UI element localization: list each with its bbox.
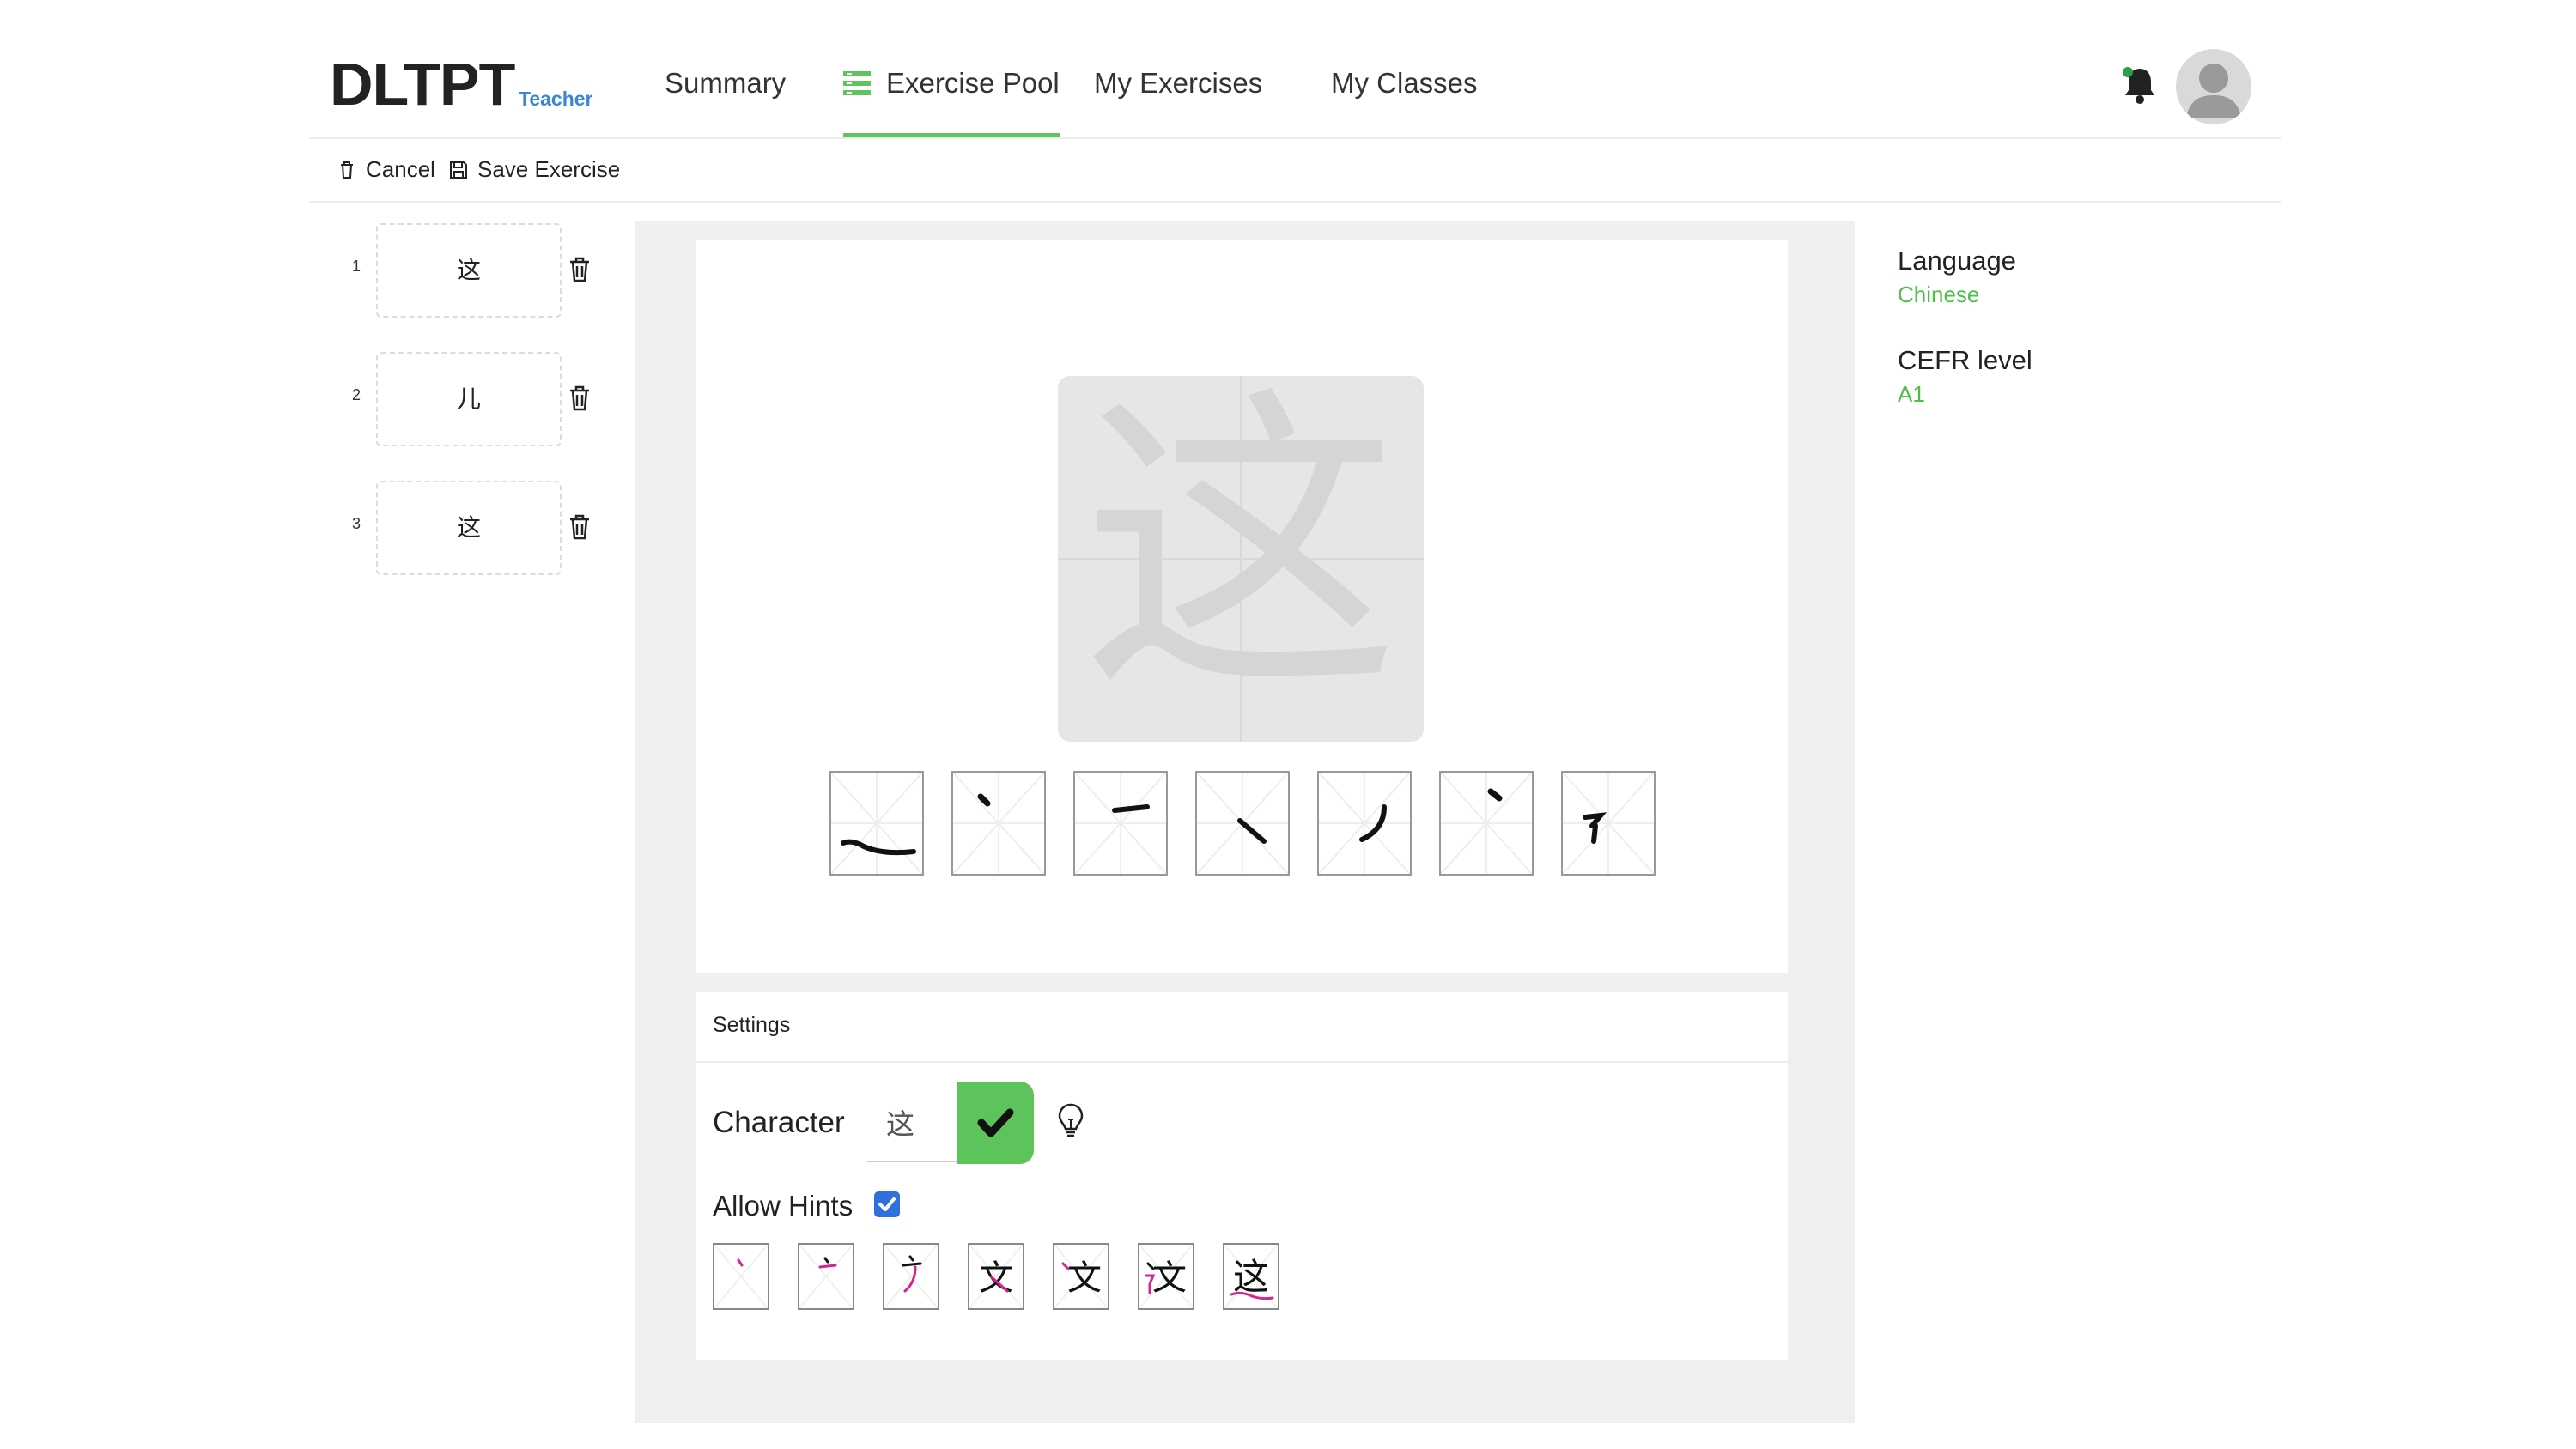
nav-exercise-pool[interactable]: Exercise Pool: [843, 67, 1060, 137]
user-avatar-icon[interactable]: [2176, 49, 2251, 124]
trash-icon: [341, 161, 353, 179]
svg-text:这: 这: [1233, 1256, 1269, 1298]
top-navbar: DLTPT Teacher Summary Exercise Pool My E…: [309, 34, 2281, 139]
cefr-level-label: CEFR level: [1898, 345, 2032, 375]
list-item-number: 1: [351, 258, 361, 275]
svg-text:文: 文: [1067, 1258, 1102, 1298]
character-input[interactable]: [867, 1083, 960, 1162]
stroke-card[interactable]: [1561, 771, 1656, 876]
allow-hints-checkbox[interactable]: [874, 1191, 900, 1217]
trash-icon[interactable]: [567, 385, 592, 412]
list-item: 3 这: [343, 481, 627, 575]
list-item: 2 儿: [343, 352, 627, 446]
list-item-card[interactable]: 儿: [376, 352, 562, 446]
hint-step-card[interactable]: 文: [968, 1243, 1024, 1310]
save-icon: [450, 161, 467, 179]
nav-my-classes[interactable]: My Classes: [1331, 67, 1478, 137]
language-value: Chinese: [1898, 282, 1980, 307]
stroke-card[interactable]: [1195, 771, 1290, 876]
character-label: Character: [713, 1106, 845, 1139]
language-label: Language: [1898, 246, 2016, 276]
checkmark-icon: [977, 1108, 1014, 1137]
role-badge: Teacher: [519, 88, 593, 110]
hint-step-card[interactable]: [798, 1243, 854, 1310]
app-logo[interactable]: DLTPT: [330, 50, 515, 118]
character-outline: 这: [1082, 376, 1400, 732]
trash-icon[interactable]: [567, 513, 592, 541]
cefr-level-value: A1: [1898, 381, 1925, 407]
hint-step-card[interactable]: 文: [1138, 1243, 1194, 1310]
list-item-card[interactable]: 这: [376, 481, 562, 575]
list-item-number: 2: [351, 386, 361, 403]
hint-step-card[interactable]: [883, 1243, 939, 1310]
stroke-card[interactable]: [1439, 771, 1534, 876]
nav-my-exercises[interactable]: My Exercises: [1094, 67, 1262, 137]
allow-hints-label: Allow Hints: [713, 1190, 854, 1222]
settings-title: Settings: [713, 1013, 791, 1037]
svg-text:文: 文: [1152, 1258, 1187, 1298]
nav-summary-label: Summary: [665, 67, 787, 99]
nav-exercise-pool-label: Exercise Pool: [886, 67, 1060, 99]
nav-my-classes-label: My Classes: [1331, 67, 1478, 99]
stroke-card[interactable]: [951, 771, 1046, 876]
character-writing-box[interactable]: 这: [1058, 376, 1424, 742]
list-item-card[interactable]: 这: [376, 223, 562, 318]
divider: [696, 1061, 1788, 1063]
nav-my-exercises-label: My Exercises: [1094, 67, 1263, 99]
list-item-number: 3: [351, 515, 361, 532]
settings-panel: Settings Character Allow Hints 文 文 文 这: [696, 992, 1788, 1360]
notification-dot: [2123, 67, 2133, 77]
confirm-character-button[interactable]: [957, 1082, 1034, 1164]
list-item: 1 这: [343, 223, 627, 318]
save-exercise-button[interactable]: Save Exercise: [448, 156, 620, 183]
stroke-card[interactable]: [1073, 771, 1168, 876]
cancel-label: Cancel: [366, 156, 435, 182]
hint-step-card[interactable]: 这: [1223, 1243, 1279, 1310]
editor-toolbar: Cancel Save Exercise: [309, 139, 2281, 203]
lightbulb-icon[interactable]: [1056, 1102, 1085, 1140]
cancel-button[interactable]: Cancel: [337, 156, 435, 183]
hint-step-card[interactable]: 文: [1053, 1243, 1109, 1310]
list-icon: [843, 71, 871, 95]
save-exercise-label: Save Exercise: [477, 156, 621, 182]
nav-summary[interactable]: Summary: [665, 67, 786, 137]
hint-step-card[interactable]: [713, 1243, 769, 1310]
trash-icon[interactable]: [567, 256, 592, 283]
stroke-card[interactable]: [1317, 771, 1412, 876]
stroke-card[interactable]: [829, 771, 924, 876]
